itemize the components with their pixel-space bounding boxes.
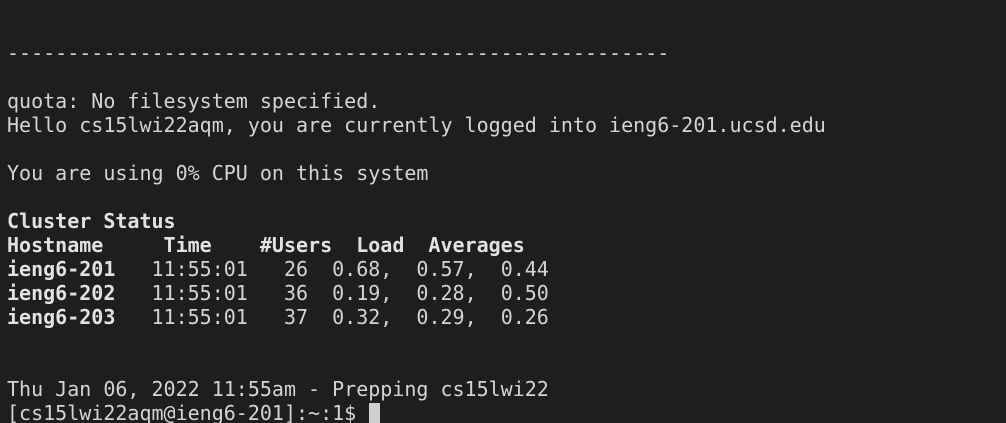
cluster-row: ieng6-202 11:55:01 36 0.19, 0.28, 0.50: [7, 281, 1006, 305]
cluster-status-header: Hostname Time #Users Load Averages: [7, 233, 525, 257]
cluster-row-hostname: ieng6-203: [7, 305, 116, 329]
separator-line: ----------------------------------------…: [7, 41, 670, 65]
cluster-row-stats: 11:55:01 26 0.68, 0.57, 0.44: [115, 257, 549, 281]
date-message: Thu Jan 06, 2022 11:55am - Prepping cs15…: [7, 377, 549, 401]
shell-prompt-line[interactable]: [cs15lwi22aqm@ieng6-201]:~:1$: [7, 401, 1006, 423]
cluster-row-stats: 11:55:01 36 0.19, 0.28, 0.50: [115, 281, 549, 305]
cluster-row-hostname: ieng6-201: [7, 257, 116, 281]
cluster-row-stats: 11:55:01 37 0.32, 0.29, 0.26: [115, 305, 549, 329]
quota-message: quota: No filesystem specified.: [7, 89, 381, 113]
cpu-usage-message: You are using 0% CPU on this system: [7, 161, 429, 185]
hello-message: Hello cs15lwi22aqm, you are currently lo…: [7, 113, 826, 137]
shell-prompt: [cs15lwi22aqm@ieng6-201]:~:1$: [7, 401, 369, 423]
cluster-row: ieng6-201 11:55:01 26 0.68, 0.57, 0.44: [7, 257, 1006, 281]
cluster-row-hostname: ieng6-202: [7, 281, 116, 305]
terminal-window[interactable]: ----------------------------------------…: [0, 0, 1006, 423]
cluster-status-title: Cluster Status: [7, 209, 176, 233]
cluster-row: ieng6-203 11:55:01 37 0.32, 0.29, 0.26: [7, 305, 1006, 329]
text-cursor[interactable]: [369, 403, 381, 423]
